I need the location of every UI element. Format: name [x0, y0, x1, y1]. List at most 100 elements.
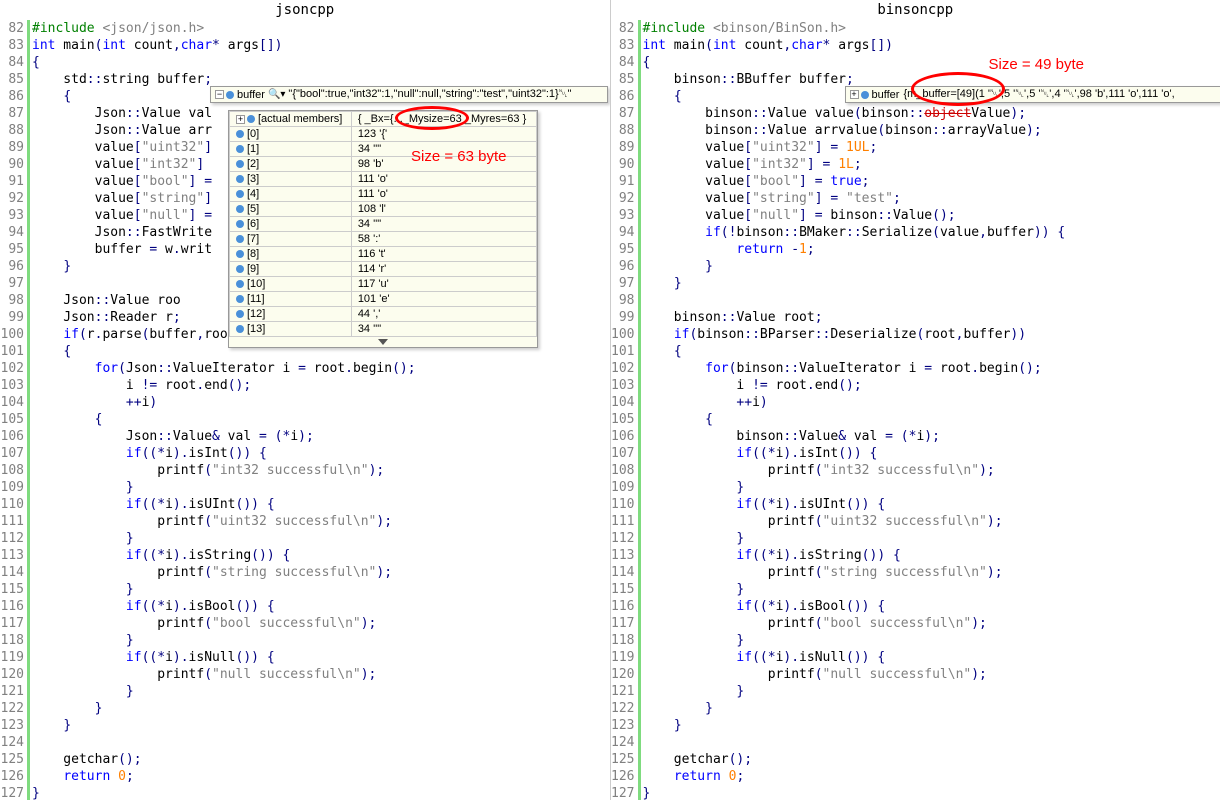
code-line[interactable]: printf("bool successful\n"); — [643, 615, 1220, 632]
code-line[interactable] — [32, 734, 610, 751]
right-editor[interactable]: 8283848586878889909192939495969798991001… — [611, 20, 1220, 800]
code-line[interactable]: return 0; — [643, 768, 1220, 785]
expand-icon[interactable]: + — [236, 115, 245, 124]
expand-icon[interactable]: + — [850, 90, 859, 99]
code-line[interactable]: value["string"] = "test"; — [643, 190, 1220, 207]
code-line[interactable]: int main(int count,char* args[]) — [643, 37, 1220, 54]
code-line[interactable]: } — [32, 632, 610, 649]
code-line[interactable]: binson::Value arrvalue(binson::arrayValu… — [643, 122, 1220, 139]
code-line[interactable]: { — [32, 411, 610, 428]
code-line[interactable]: printf("string successful\n"); — [643, 564, 1220, 581]
magnifier-icon[interactable]: 🔍▾ — [268, 89, 285, 100]
code-line[interactable]: } — [643, 785, 1220, 800]
code-line[interactable]: { — [32, 54, 610, 71]
code-line[interactable]: for(Json::ValueIterator i = root.begin()… — [32, 360, 610, 377]
code-line[interactable]: printf("int32 successful\n"); — [32, 462, 610, 479]
code-line[interactable]: if((*i).isUInt()) { — [643, 496, 1220, 513]
code-line[interactable]: printf("null successful\n"); — [643, 666, 1220, 683]
code-line[interactable]: } — [32, 717, 610, 734]
code-line[interactable]: } — [643, 717, 1220, 734]
debug-array-row[interactable]: [5]108 'l' — [230, 202, 537, 217]
code-line[interactable]: ++i) — [643, 394, 1220, 411]
code-line[interactable]: } — [643, 530, 1220, 547]
code-line[interactable]: if((*i).isNull()) { — [32, 649, 610, 666]
line-number: 96 — [611, 258, 635, 275]
code-line[interactable]: } — [643, 258, 1220, 275]
code-line[interactable]: binson::Value& val = (*i); — [643, 428, 1220, 445]
code-line[interactable]: } — [32, 785, 610, 800]
code-line[interactable]: } — [32, 581, 610, 598]
debug-array-row[interactable]: [3]111 'o' — [230, 172, 537, 187]
code-line[interactable]: } — [643, 581, 1220, 598]
debug-array-row[interactable]: [6]34 '"' — [230, 217, 537, 232]
code-line[interactable]: if((*i).isUInt()) { — [32, 496, 610, 513]
code-line[interactable]: #include <binson/BinSon.h> — [643, 20, 1220, 37]
code-line[interactable]: binson::Value root; — [643, 309, 1220, 326]
code-line[interactable]: i != root.end(); — [32, 377, 610, 394]
code-line[interactable]: printf("bool successful\n"); — [32, 615, 610, 632]
code-line[interactable]: } — [643, 275, 1220, 292]
code-line[interactable]: { — [643, 343, 1220, 360]
right-debug-tip[interactable]: + buffer {m_buffer=[49](1 '␀',5 '␀',5 '␀… — [845, 86, 1220, 103]
code-line[interactable]: int main(int count,char* args[]) — [32, 37, 610, 54]
code-line[interactable]: for(binson::ValueIterator i = root.begin… — [643, 360, 1220, 377]
code-line[interactable]: } — [32, 479, 610, 496]
code-line[interactable]: printf("int32 successful\n"); — [643, 462, 1220, 479]
code-line[interactable]: if((*i).isInt()) { — [32, 445, 610, 462]
debug-array-row[interactable]: [9]114 'r' — [230, 262, 537, 277]
members-row[interactable]: +[actual members] { _Bx={..._Mysize=63 _… — [230, 112, 537, 127]
code-line[interactable]: Json::Value& val = (*i); — [32, 428, 610, 445]
code-line[interactable]: } — [32, 530, 610, 547]
code-line[interactable]: printf("string successful\n"); — [32, 564, 610, 581]
code-line[interactable]: return -1; — [643, 241, 1220, 258]
debug-array-row[interactable]: [2]98 'b' — [230, 157, 537, 172]
code-line[interactable]: } — [643, 700, 1220, 717]
code-line[interactable]: } — [643, 683, 1220, 700]
expand-icon[interactable]: − — [215, 90, 224, 99]
debug-array-row[interactable]: [1]34 '"' — [230, 142, 537, 157]
code-line[interactable]: getchar(); — [32, 751, 610, 768]
code-line[interactable]: } — [32, 683, 610, 700]
code-line[interactable]: value["null"] = binson::Value(); — [643, 207, 1220, 224]
debug-array-row[interactable]: [13]34 '"' — [230, 322, 537, 337]
debug-array-row[interactable]: [8]116 't' — [230, 247, 537, 262]
code-line[interactable]: ++i) — [32, 394, 610, 411]
left-debug-tip-header[interactable]: − buffer 🔍▾ "{"bool":true,"int32":1,"nul… — [210, 86, 608, 103]
left-debug-tip-table[interactable]: +[actual members] { _Bx={..._Mysize=63 _… — [228, 110, 538, 348]
code-line[interactable]: value["uint32"] = 1UL; — [643, 139, 1220, 156]
debug-array-row[interactable]: [12]44 ',' — [230, 307, 537, 322]
debug-array-row[interactable]: [4]111 'o' — [230, 187, 537, 202]
code-line[interactable]: i != root.end(); — [643, 377, 1220, 394]
code-line[interactable]: value["bool"] = true; — [643, 173, 1220, 190]
code-line[interactable]: if(!binson::BMaker::Serialize(value,buff… — [643, 224, 1220, 241]
code-line[interactable]: } — [643, 479, 1220, 496]
code-line[interactable]: printf("null successful\n"); — [32, 666, 610, 683]
code-line[interactable]: if((*i).isBool()) { — [32, 598, 610, 615]
code-line[interactable]: if(binson::BParser::Deserialize(root,buf… — [643, 326, 1220, 343]
code-line[interactable] — [643, 734, 1220, 751]
code-line[interactable]: printf("uint32 successful\n"); — [643, 513, 1220, 530]
code-line[interactable]: if((*i).isString()) { — [643, 547, 1220, 564]
debug-array-row[interactable]: [0]123 '{' — [230, 127, 537, 142]
code-line[interactable]: #include <json/json.h> — [32, 20, 610, 37]
code-line[interactable] — [643, 292, 1220, 309]
code-line[interactable]: if((*i).isNull()) { — [643, 649, 1220, 666]
code-line[interactable]: if((*i).isString()) { — [32, 547, 610, 564]
code-line[interactable]: return 0; — [32, 768, 610, 785]
more-icon[interactable] — [378, 339, 388, 345]
debug-array-row[interactable]: [10]117 'u' — [230, 277, 537, 292]
code-line[interactable]: if((*i).isInt()) { — [643, 445, 1220, 462]
code-line[interactable]: printf("uint32 successful\n"); — [32, 513, 610, 530]
code-line[interactable]: binson::Value value(binson::objectValue)… — [643, 105, 1220, 122]
code-line[interactable]: } — [643, 632, 1220, 649]
right-code[interactable]: #include <binson/BinSon.h>int main(int c… — [641, 20, 1220, 800]
code-line[interactable]: { — [643, 54, 1220, 71]
code-line[interactable]: getchar(); — [643, 751, 1220, 768]
code-line[interactable]: value["int32"] = 1L; — [643, 156, 1220, 173]
code-line[interactable]: { — [643, 411, 1220, 428]
code-line[interactable]: } — [32, 700, 610, 717]
line-number: 91 — [0, 173, 24, 190]
debug-array-row[interactable]: [11]101 'e' — [230, 292, 537, 307]
debug-array-row[interactable]: [7]58 ':' — [230, 232, 537, 247]
code-line[interactable]: if((*i).isBool()) { — [643, 598, 1220, 615]
